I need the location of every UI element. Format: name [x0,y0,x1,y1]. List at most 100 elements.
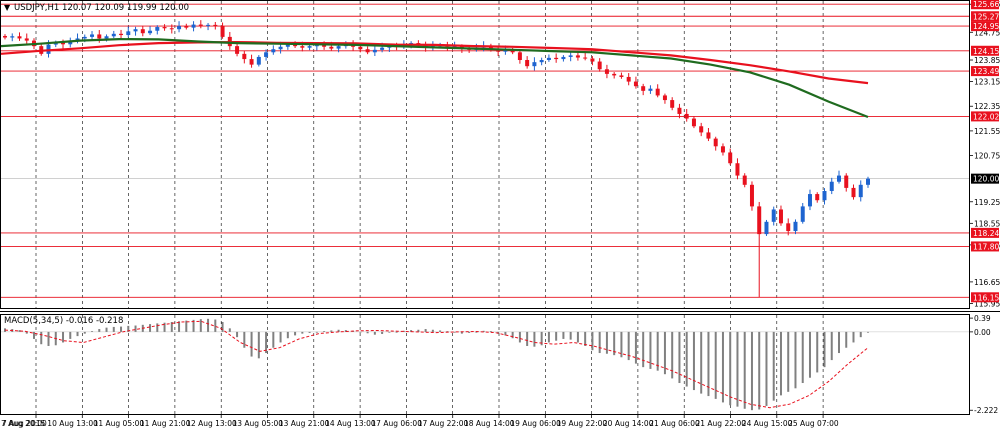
macd-bar [315,331,318,333]
macd-bar [555,331,558,341]
macd-bar [308,331,311,333]
price-tick-label: 121.55 [974,127,1000,136]
time-tick-label: 19 Aug 06:00 [510,419,561,428]
macd-tick-label: 0.00 [974,328,991,337]
macd-bar [279,331,282,343]
macd-bar [424,329,427,332]
macd-bar [714,331,717,399]
price-tick-label: 123.85 [974,56,1000,65]
macd-bar [134,325,137,332]
price-tick-label: 119.25 [974,198,1000,207]
macd-bar [112,326,115,332]
macd-bar [729,331,732,406]
macd-bar [453,331,456,333]
macd-bar [649,331,652,369]
symbol-dropdown-icon[interactable]: ▼ [4,3,11,12]
price-axis[interactable]: 125.66124.75123.85123.15122.35121.55120.… [969,0,1000,308]
macd-bar [837,331,840,354]
macd-bar [98,329,101,332]
macd-bar [62,331,65,343]
macd-bar [120,326,123,332]
macd-bar [76,331,79,337]
macd-bar [765,331,768,406]
time-axis[interactable]: 7 Aug 20157 Aug 20:00 10 Aug 13:0011 Aug … [1,414,839,428]
price-level-label: 117.80 [973,242,999,251]
time-tick-label: 21 Aug 06:00 [649,419,700,428]
macd-bar [301,331,304,334]
macd-bar [207,318,210,332]
macd-bar [199,319,202,332]
price-level-label: 124.95 [973,22,999,31]
macd-bar [388,331,391,333]
macd-bar [787,331,790,392]
time-tick-label: 19 Aug 22:00 [557,419,608,428]
macd-bar [547,331,550,343]
macd-bar [250,331,253,357]
time-tick-label: 18 Aug 14:00 [464,419,515,428]
time-tick-label: 25 Aug 07:00 [788,419,839,428]
price-tick-label: 118.55 [974,219,1000,228]
price-level-label: 124.15 [973,47,999,56]
time-tick-label: 10 Aug 13:00 [47,419,98,428]
macd-bar [395,331,398,333]
macd-bar [257,331,260,359]
time-tick-label: 14 Aug 13:00 [325,419,376,428]
macd-info-label: MACD(5,34,5) -0.016 -0.218 [4,316,123,326]
trading-chart-window: 125.66124.75123.85123.15122.35121.55120.… [0,0,1000,428]
macd-bar [852,331,855,343]
price-level-label: 125.27 [973,12,999,21]
current-price-label: 120.00 [973,175,999,184]
price-level-label: 116.15 [973,293,999,302]
macd-bar [381,331,384,334]
macd-bar [323,331,326,332]
time-tick-label: 12 Aug 13:00 [186,419,237,428]
macd-bar [750,331,753,411]
time-tick-label: 11 Aug 05:00 [94,419,145,428]
macd-bar [286,331,289,339]
price-level-label: 125.66 [973,0,999,9]
macd-bar [294,331,297,336]
macd-bar [366,331,369,334]
macd-bar [149,324,152,332]
macd-bar [678,331,681,384]
time-tick-label: 11 Aug 21:00 [140,419,191,428]
time-tick-label: 17 Aug 22:00 [418,419,469,428]
macd-bar [816,331,819,373]
macd-bar [721,331,724,403]
macd-tick-label: -2.222 [974,406,998,415]
macd-bar [562,331,565,339]
symbol-info-label: USDJPY,H1 120.07 120.09 119.99 120.00 [14,3,189,13]
price-tick-label: 116.65 [974,278,1000,287]
macd-bar [243,331,246,348]
macd-bar [642,331,645,368]
macd-bar [772,331,775,401]
macd-bar [105,327,108,332]
price-tick-label: 120.75 [974,152,1000,161]
macd-bar [685,331,688,387]
macd-bar [830,331,833,361]
macd-bar [69,331,72,339]
macd-bar [584,331,587,346]
macd-bar [489,331,492,332]
macd-bar [758,331,761,410]
time-tick-label: 21 Aug 22:00 [696,419,747,428]
time-tick-label: 13 Aug 05:00 [233,419,284,428]
macd-bar [431,329,434,332]
price-level-label: 122.02 [973,112,999,121]
macd-bar [236,331,239,338]
macd-bar [700,331,703,394]
price-tick-label: 122.35 [974,102,1000,111]
macd-bar [526,331,529,346]
time-tick-label: 24 Aug 15:00 [742,419,793,428]
macd-bar [33,331,36,339]
macd-bar [736,331,739,407]
macd-bar [801,331,804,384]
macd-bar [91,331,94,332]
macd-tick-label: 0.39 [974,314,991,323]
candle [749,181,754,211]
macd-bar [330,330,333,332]
macd-bar [40,331,43,345]
macd-bar [823,331,826,368]
macd-bar [634,331,637,364]
macd-axis[interactable]: 0.39 0.00 -2.222 [969,314,998,415]
